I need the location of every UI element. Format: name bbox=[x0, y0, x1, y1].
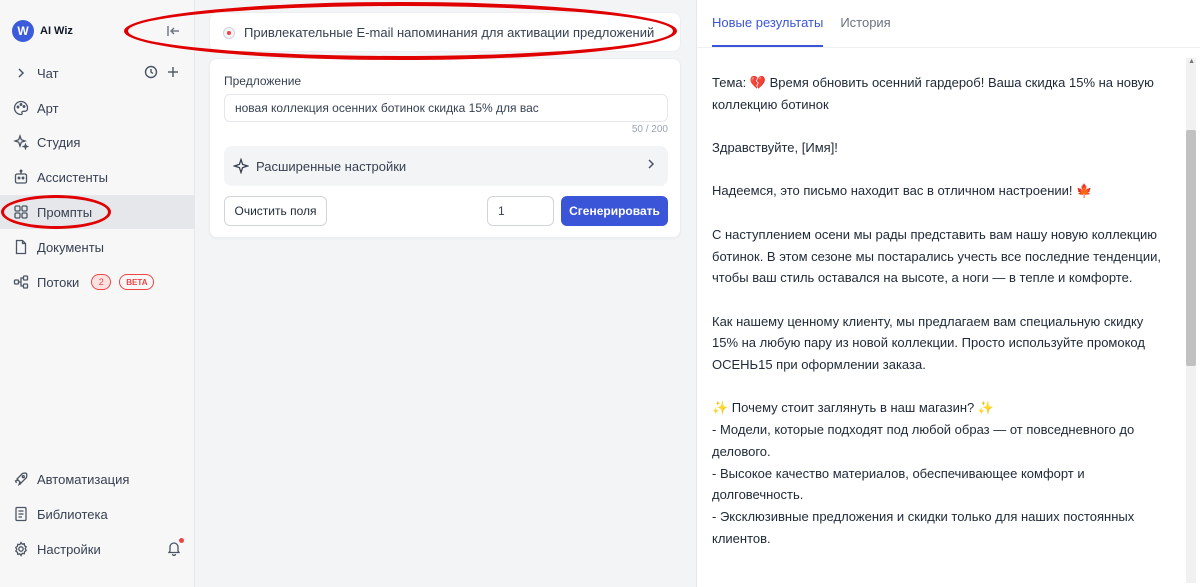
brand[interactable]: W AI Wiz bbox=[12, 20, 73, 42]
prompt-form: Предложение 50 / 200 Расширенные настрой… bbox=[209, 58, 681, 238]
sidebar-item-label: Промпты bbox=[37, 204, 93, 220]
sidebar-item-art[interactable]: Арт bbox=[0, 91, 194, 125]
sidebar-item-prompts[interactable]: Промпты bbox=[0, 195, 194, 229]
results-panel: Новые результаты История Тема: 💔 Время о… bbox=[696, 0, 1200, 587]
sparkles-icon bbox=[12, 133, 30, 151]
char-count: 50 / 200 bbox=[631, 124, 668, 135]
rocket-icon bbox=[12, 470, 30, 488]
chevron-right-icon bbox=[644, 157, 658, 174]
sidebar-item-label: Студия bbox=[37, 134, 81, 150]
sidebar-item-chat[interactable]: Чат bbox=[0, 56, 194, 90]
result-paragraph: ✨ Почему стоит заглянуть в наш магазин? … bbox=[712, 400, 1135, 546]
tabs-divider bbox=[697, 47, 1200, 48]
chevron-right-icon bbox=[12, 64, 30, 82]
sidebar: W AI Wiz Чат Арт Студия Ассистенты Промп… bbox=[0, 0, 195, 587]
sidebar-item-label: Чат bbox=[37, 65, 59, 81]
collapse-sidebar-icon[interactable] bbox=[164, 22, 182, 40]
chat-tools bbox=[144, 65, 180, 82]
clear-fields-button[interactable]: Очистить поля bbox=[224, 196, 327, 226]
offer-field-label: Предложение bbox=[224, 74, 302, 88]
status-dot-icon bbox=[223, 27, 235, 39]
generate-button[interactable]: Сгенерировать bbox=[561, 196, 668, 226]
book-icon bbox=[12, 505, 30, 523]
sidebar-item-label: Настройки bbox=[37, 541, 101, 557]
result-paragraph: Тема: 💔 Время обновить осенний гардероб!… bbox=[712, 75, 1154, 112]
palette-icon bbox=[12, 99, 30, 117]
sidebar-item-studio[interactable]: Студия bbox=[0, 125, 194, 159]
results-tabs: Новые результаты История bbox=[712, 0, 891, 47]
prompt-title: Привлекательные E-mail напоминания для а… bbox=[244, 24, 655, 40]
offer-input[interactable] bbox=[224, 94, 668, 122]
flow-icon bbox=[12, 273, 30, 291]
plus-icon[interactable] bbox=[166, 65, 180, 82]
result-paragraph: Как нашему ценному клиенту, мы предлагае… bbox=[712, 313, 1145, 373]
scrollbar-thumb[interactable] bbox=[1186, 130, 1196, 366]
brand-name: AI Wiz bbox=[40, 25, 73, 37]
sidebar-item-label: Ассистенты bbox=[37, 169, 108, 185]
sidebar-item-assistants[interactable]: Ассистенты bbox=[0, 160, 194, 194]
gear-icon bbox=[12, 540, 30, 558]
result-paragraph: С наступлением осени мы рады представить… bbox=[712, 226, 1161, 286]
sidebar-item-label: Документы bbox=[37, 239, 105, 255]
sidebar-item-label: Библиотека bbox=[37, 506, 108, 522]
document-icon bbox=[12, 238, 30, 256]
sidebar-item-documents[interactable]: Документы bbox=[0, 230, 194, 264]
advanced-settings-label: Расширенные настройки bbox=[256, 158, 407, 174]
sparkle-icon bbox=[232, 157, 250, 175]
result-text: Тема: 💔 Время обновить осенний гардероб!… bbox=[712, 72, 1167, 571]
robot-icon bbox=[12, 168, 30, 186]
sidebar-item-label: Потоки bbox=[37, 274, 80, 290]
count-badge: 2 bbox=[91, 274, 112, 290]
sidebar-item-automation[interactable]: Автоматизация bbox=[0, 462, 194, 496]
result-paragraph: Надеемся, это письмо находит вас в отлич… bbox=[712, 183, 1093, 199]
sidebar-item-library[interactable]: Библиотека bbox=[0, 497, 194, 531]
sidebar-item-label: Автоматизация bbox=[37, 471, 130, 487]
brand-logo-icon: W bbox=[12, 20, 34, 42]
scroll-up-arrow-icon[interactable]: ▲ bbox=[1188, 58, 1195, 65]
sidebar-item-settings[interactable]: Настройки bbox=[0, 532, 194, 566]
sidebar-item-flows[interactable]: Потоки 2 BETA bbox=[0, 265, 194, 299]
notification-dot bbox=[179, 537, 184, 543]
quantity-input[interactable] bbox=[487, 196, 554, 226]
beta-badge: BETA bbox=[119, 274, 155, 290]
result-paragraph: Здравствуйте, [Имя]! bbox=[712, 140, 838, 156]
history-icon[interactable] bbox=[144, 65, 158, 82]
advanced-settings-toggle[interactable]: Расширенные настройки bbox=[224, 146, 668, 186]
tab-history[interactable]: История bbox=[840, 0, 890, 47]
bell-icon[interactable] bbox=[166, 537, 184, 559]
grid-icon bbox=[12, 203, 30, 221]
tab-new-results[interactable]: Новые результаты bbox=[712, 0, 824, 47]
sidebar-item-label: Арт bbox=[37, 100, 59, 116]
prompt-title-card: Привлекательные E-mail напоминания для а… bbox=[209, 12, 681, 52]
